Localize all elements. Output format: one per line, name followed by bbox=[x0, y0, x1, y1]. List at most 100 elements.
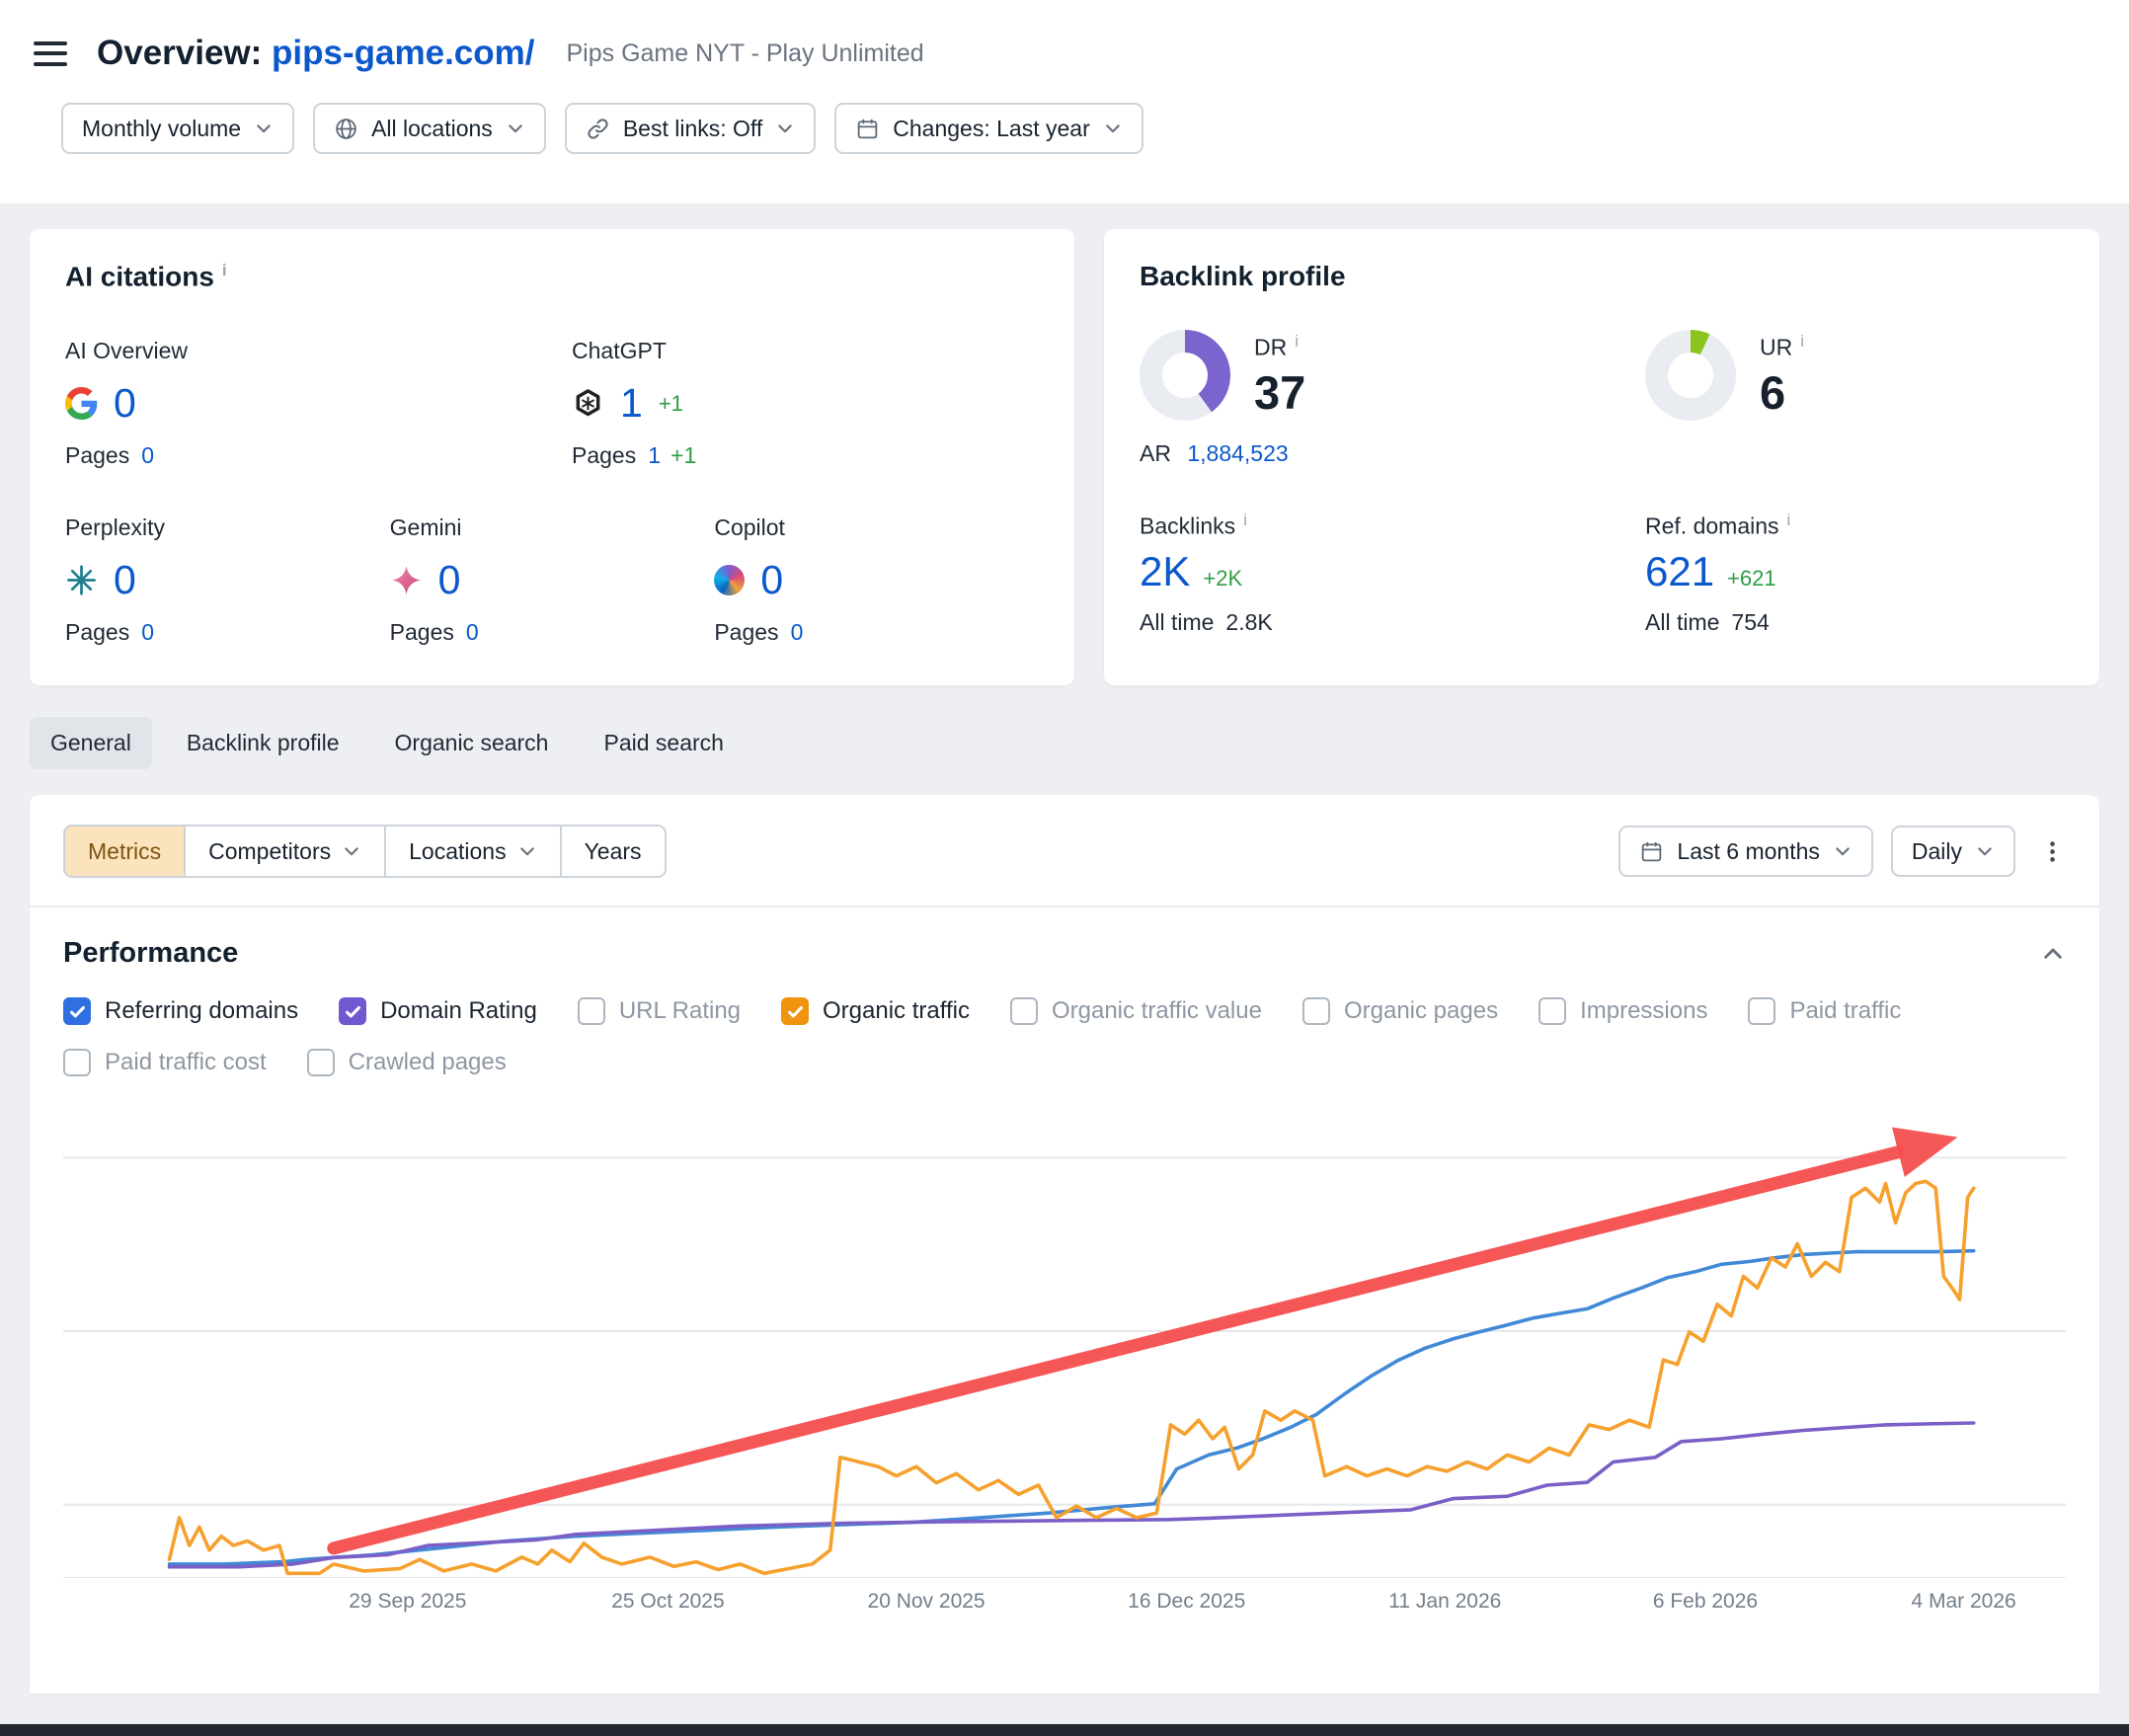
ref-domains-delta: +621 bbox=[1727, 566, 1776, 592]
filter-label: Best links: Off bbox=[623, 116, 762, 142]
checkbox-unchecked-icon bbox=[578, 997, 605, 1025]
ai-citations-value[interactable]: 1 bbox=[620, 380, 643, 427]
ai-source-ai-overview: AI Overview 0 Pages 0 bbox=[65, 338, 572, 469]
checkbox-domain-rating[interactable]: Domain Rating bbox=[339, 997, 537, 1025]
chevron-up-icon[interactable] bbox=[2040, 941, 2066, 967]
domain-link[interactable]: pips-game.com/ bbox=[272, 34, 534, 72]
info-icon bbox=[1295, 332, 1299, 352]
bottom-edge bbox=[0, 1724, 2129, 1736]
segment-metrics[interactable]: Metrics bbox=[63, 825, 186, 878]
filter-changes-last-year[interactable]: Changes: Last year bbox=[834, 103, 1143, 154]
backlinks-value[interactable]: 2K bbox=[1140, 548, 1190, 595]
pages-value[interactable]: 0 bbox=[141, 619, 154, 645]
checkbox-unchecked-icon bbox=[1538, 997, 1566, 1025]
checkbox-organic-pages[interactable]: Organic pages bbox=[1302, 997, 1498, 1025]
date-range-button[interactable]: Last 6 months bbox=[1618, 826, 1872, 877]
granularity-button[interactable]: Daily bbox=[1891, 826, 2015, 877]
pages-value[interactable]: 0 bbox=[141, 442, 154, 468]
checkbox-referring-domains[interactable]: Referring domains bbox=[63, 997, 298, 1025]
page-title: Overview: pips-game.com/ bbox=[97, 34, 535, 73]
ai-source-name: AI Overview bbox=[65, 338, 572, 364]
checkbox-url-rating[interactable]: URL Rating bbox=[578, 997, 741, 1025]
pages-value[interactable]: 1 bbox=[648, 442, 661, 468]
pages-delta: +1 bbox=[670, 442, 696, 468]
tab-organic-search[interactable]: Organic search bbox=[374, 717, 570, 769]
ai-citations-row-1: AI Overview0Pages0ChatGPT1+1Pages1+1 bbox=[65, 338, 1039, 469]
checkbox-unchecked-icon bbox=[63, 1049, 91, 1076]
checkbox-checked-icon bbox=[781, 997, 809, 1025]
ai-citations-value[interactable]: 0 bbox=[114, 380, 136, 427]
dr-donut-chart bbox=[1140, 330, 1230, 421]
checkbox-paid-traffic-cost[interactable]: Paid traffic cost bbox=[63, 1049, 267, 1076]
ur-value: 6 bbox=[1760, 365, 1804, 420]
checkbox-organic-traffic-value[interactable]: Organic traffic value bbox=[1010, 997, 1262, 1025]
backlinks-label: Backlinks bbox=[1140, 511, 1645, 540]
chevron-down-icon bbox=[254, 118, 274, 138]
tab-paid-search[interactable]: Paid search bbox=[583, 717, 744, 769]
ref-domains-value[interactable]: 621 bbox=[1645, 548, 1714, 595]
backlinks-alltime: All time2.8K bbox=[1140, 609, 1645, 636]
ai-citations-value[interactable]: 0 bbox=[760, 557, 783, 603]
url-rating-block: UR 6 bbox=[1645, 330, 2064, 467]
filter-all-locations[interactable]: All locations bbox=[313, 103, 546, 154]
segment-label: Competitors bbox=[208, 838, 331, 865]
pages-value[interactable]: 0 bbox=[791, 619, 804, 645]
x-axis-label: 6 Feb 2026 bbox=[1653, 1590, 1758, 1614]
ai-citations-card: AI citations AI Overview0Pages0ChatGPT1+… bbox=[30, 229, 1074, 685]
x-axis-label: 16 Dec 2025 bbox=[1128, 1590, 1245, 1614]
checkbox-label: Organic traffic value bbox=[1052, 997, 1262, 1025]
checkbox-crawled-pages[interactable]: Crawled pages bbox=[307, 1049, 507, 1076]
ai-citations-row-2: Perplexity0Pages0Gemini0Pages0Copilot0Pa… bbox=[65, 514, 1039, 646]
performance-chart-svg bbox=[63, 1114, 2066, 1578]
checkbox-impressions[interactable]: Impressions bbox=[1538, 997, 1707, 1025]
checkbox-unchecked-icon bbox=[1748, 997, 1775, 1025]
copilot-icon bbox=[714, 565, 745, 595]
checkbox-organic-traffic[interactable]: Organic traffic bbox=[781, 997, 970, 1025]
header: Overview: pips-game.com/ Pips Game NYT -… bbox=[0, 0, 2129, 203]
x-axis-label: 20 Nov 2025 bbox=[868, 1590, 986, 1614]
ai-pages: Pages 0 bbox=[390, 619, 715, 646]
segment-years[interactable]: Years bbox=[560, 825, 667, 878]
pages-label: Pages bbox=[65, 442, 129, 468]
tab-backlink-profile[interactable]: Backlink profile bbox=[166, 717, 360, 769]
backlink-profile-title: Backlink profile bbox=[1140, 261, 2064, 292]
link-icon bbox=[586, 117, 610, 141]
x-axis-label: 25 Oct 2025 bbox=[611, 1590, 724, 1614]
info-icon bbox=[1800, 332, 1804, 352]
ref-domains-label: Ref. domains bbox=[1645, 511, 2064, 540]
ref-domains-metric: Ref. domains 621 +621 All time754 bbox=[1645, 511, 2064, 636]
segment-locations[interactable]: Locations bbox=[384, 825, 561, 878]
ai-source-chatgpt: ChatGPT1+1Pages1+1 bbox=[572, 338, 908, 469]
segment-competitors[interactable]: Competitors bbox=[184, 825, 386, 878]
tab-general[interactable]: General bbox=[30, 717, 152, 769]
page-title-prefix: Overview: bbox=[97, 34, 262, 72]
kebab-menu-icon[interactable] bbox=[2039, 838, 2066, 865]
ai-citations-value[interactable]: 0 bbox=[438, 557, 461, 603]
domain-rating-block: DR 37 AR 1,884,523 bbox=[1140, 330, 1645, 467]
filter-best-links-off[interactable]: Best links: Off bbox=[565, 103, 816, 154]
filter-label: All locations bbox=[371, 116, 493, 142]
pages-label: Pages bbox=[390, 619, 454, 645]
pages-label: Pages bbox=[714, 619, 778, 645]
general-panel: Metrics Competitors LocationsYears Last 6 … bbox=[30, 795, 2099, 1694]
checkbox-label: Crawled pages bbox=[349, 1049, 507, 1076]
ai-citations-value[interactable]: 0 bbox=[114, 557, 136, 603]
filter-bar: Monthly volume All locations Best links: O… bbox=[61, 103, 2099, 154]
chevron-down-icon bbox=[1833, 841, 1853, 861]
gemini-icon bbox=[390, 564, 423, 596]
checkbox-paid-traffic[interactable]: Paid traffic bbox=[1748, 997, 1901, 1025]
calendar-icon bbox=[1639, 839, 1664, 864]
x-axis-label: 4 Mar 2026 bbox=[1911, 1590, 2015, 1614]
backlinks-delta: +2K bbox=[1203, 566, 1242, 592]
ahrefs-rank-link[interactable]: 1,884,523 bbox=[1187, 440, 1288, 466]
pages-value[interactable]: 0 bbox=[466, 619, 479, 645]
info-icon bbox=[1787, 511, 1791, 530]
ai-source-name: Copilot bbox=[714, 514, 1039, 541]
divider bbox=[30, 906, 2099, 907]
menu-icon[interactable] bbox=[34, 41, 67, 66]
checkbox-unchecked-icon bbox=[1302, 997, 1330, 1025]
filter-monthly-volume[interactable]: Monthly volume bbox=[61, 103, 294, 154]
backlinks-metric: Backlinks 2K +2K All time2.8K bbox=[1140, 511, 1645, 636]
summary-cards: AI citations AI Overview0Pages0ChatGPT1+… bbox=[30, 229, 2099, 685]
performance-chart bbox=[63, 1114, 2066, 1578]
